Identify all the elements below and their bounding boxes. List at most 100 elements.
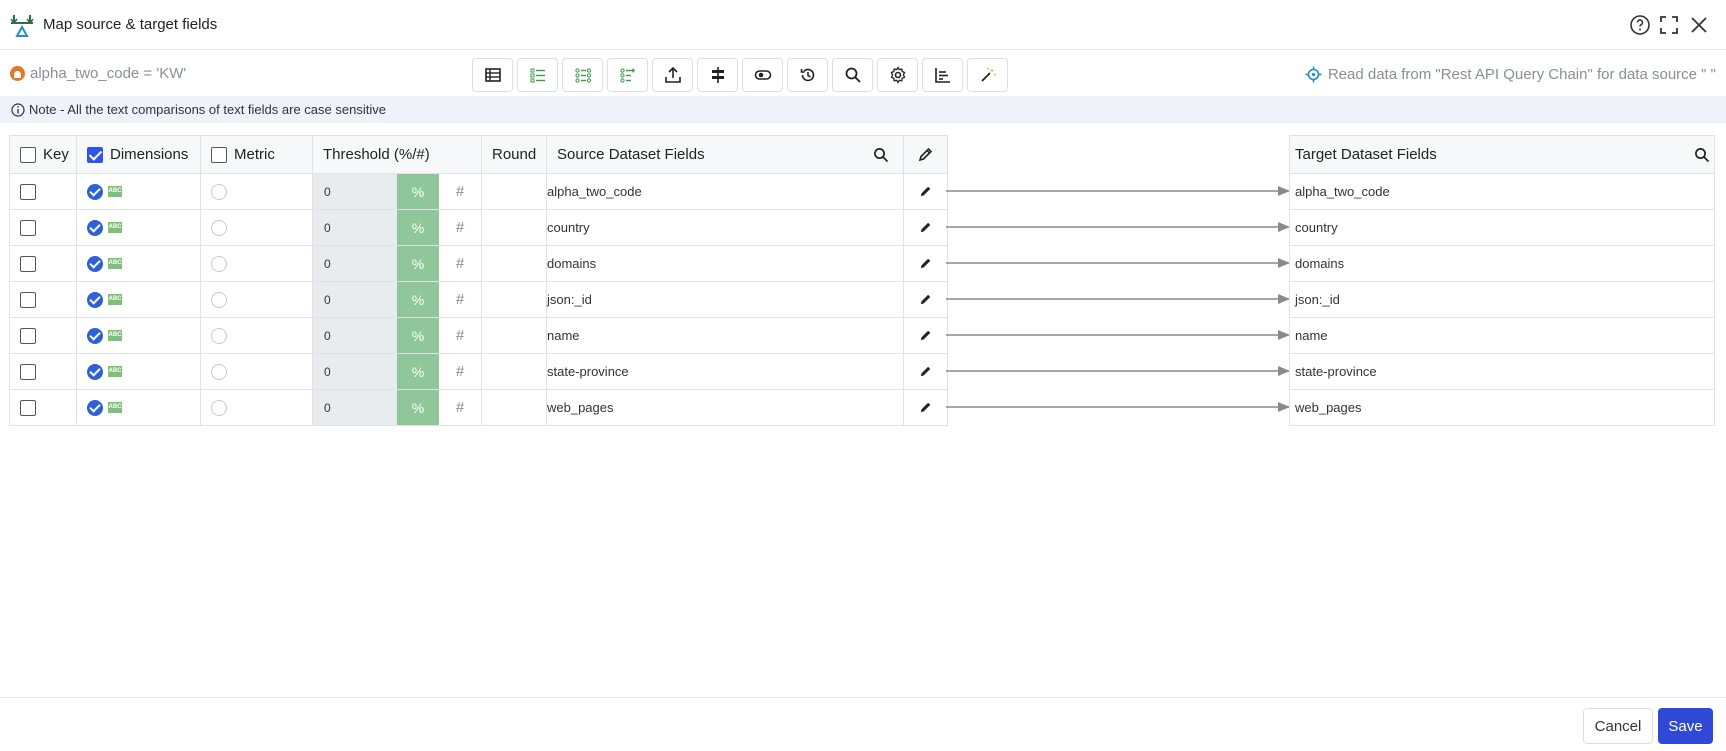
threshold-input[interactable]: 0 — [313, 210, 397, 245]
threshold-input[interactable]: 0 — [313, 390, 397, 425]
align-button[interactable] — [697, 58, 738, 92]
dimension-checked-icon[interactable] — [87, 255, 103, 272]
source-field: name — [546, 317, 904, 354]
list-check-button[interactable] — [562, 58, 603, 92]
metric-radio[interactable] — [211, 327, 227, 344]
dimension-checked-icon[interactable] — [87, 363, 103, 380]
metric-radio[interactable] — [211, 219, 227, 236]
key-checkbox[interactable] — [20, 255, 36, 272]
key-cell — [9, 209, 77, 246]
maximize-icon[interactable] — [1657, 13, 1681, 37]
hash-toggle[interactable]: # — [439, 246, 481, 281]
threshold-input[interactable]: 0 — [313, 246, 397, 281]
threshold-input[interactable]: 0 — [313, 354, 397, 389]
target-field[interactable]: country — [1289, 209, 1715, 246]
read-data-source[interactable]: Read data from "Rest API Query Chain" fo… — [1305, 66, 1716, 83]
edit-cell — [903, 389, 948, 426]
source-header-row: Key Dimensions Metric Threshold (%/#) Ro… — [9, 135, 948, 174]
metric-radio[interactable] — [211, 255, 227, 272]
round-cell[interactable] — [481, 173, 547, 210]
round-cell[interactable] — [481, 389, 547, 426]
save-button[interactable]: Save — [1658, 708, 1713, 744]
threshold-input[interactable]: 0 — [313, 174, 397, 209]
hash-toggle[interactable]: # — [439, 174, 481, 209]
source-field: country — [546, 209, 904, 246]
toggle-button[interactable] — [742, 58, 783, 92]
round-cell[interactable] — [481, 317, 547, 354]
dimension-checked-icon[interactable] — [87, 219, 103, 236]
dimensions-select-all-checkbox[interactable] — [87, 146, 103, 163]
pencil-icon[interactable] — [919, 293, 932, 306]
magic-wand-button[interactable] — [967, 58, 1008, 92]
pencil-icon[interactable] — [919, 365, 932, 378]
key-checkbox[interactable] — [20, 183, 36, 200]
dimension-checked-icon[interactable] — [87, 327, 103, 344]
key-select-all-checkbox[interactable] — [20, 146, 36, 163]
source-row: ABC 0% # alpha_two_code — [9, 173, 948, 210]
round-cell[interactable] — [481, 281, 547, 318]
close-icon[interactable] — [1687, 13, 1711, 37]
target-field[interactable]: name — [1289, 317, 1715, 354]
target-fields-header-label: Target Dataset Fields — [1295, 146, 1437, 163]
filter-condition[interactable]: alpha_two_code = 'KW' — [10, 65, 186, 82]
dimension-checked-icon[interactable] — [87, 399, 103, 416]
cancel-button[interactable]: Cancel — [1583, 708, 1653, 744]
target-search-icon[interactable] — [1694, 147, 1710, 163]
percent-toggle[interactable]: % — [397, 390, 439, 425]
pencil-icon[interactable] — [919, 401, 932, 414]
chart-button[interactable] — [922, 58, 963, 92]
settings-button[interactable] — [877, 58, 918, 92]
source-row: ABC 0% # name — [9, 317, 948, 354]
threshold-input[interactable]: 0 — [313, 318, 397, 353]
hash-toggle[interactable]: # — [439, 282, 481, 317]
key-checkbox[interactable] — [20, 327, 36, 344]
percent-toggle[interactable]: % — [397, 246, 439, 281]
target-row: name — [1289, 317, 1715, 354]
dimension-checked-icon[interactable] — [87, 291, 103, 308]
pencil-icon[interactable] — [919, 185, 932, 198]
round-cell[interactable] — [481, 245, 547, 282]
help-icon[interactable] — [1628, 13, 1652, 37]
target-field[interactable]: json:_id — [1289, 281, 1715, 318]
pencil-icon[interactable] — [919, 257, 932, 270]
hash-toggle[interactable]: # — [439, 390, 481, 425]
round-cell[interactable] — [481, 209, 547, 246]
round-cell[interactable] — [481, 353, 547, 390]
metric-radio[interactable] — [211, 399, 227, 416]
dimension-cell: ABC — [76, 389, 201, 426]
key-checkbox[interactable] — [20, 219, 36, 236]
hash-toggle[interactable]: # — [439, 210, 481, 245]
table-view-button[interactable] — [472, 58, 513, 92]
percent-toggle[interactable]: % — [397, 282, 439, 317]
metric-select-all-checkbox[interactable] — [211, 146, 227, 163]
source-search-icon[interactable] — [873, 147, 889, 163]
threshold-input[interactable]: 0 — [313, 282, 397, 317]
metric-radio[interactable] — [211, 363, 227, 380]
key-checkbox[interactable] — [20, 363, 36, 380]
target-field[interactable]: state-province — [1289, 353, 1715, 390]
percent-toggle[interactable]: % — [397, 174, 439, 209]
pencil-icon[interactable] — [919, 221, 932, 234]
target-field[interactable]: domains — [1289, 245, 1715, 282]
text-type-icon: ABC — [108, 294, 122, 305]
key-checkbox[interactable] — [20, 399, 36, 416]
metric-radio[interactable] — [211, 183, 227, 200]
hash-toggle[interactable]: # — [439, 354, 481, 389]
percent-toggle[interactable]: % — [397, 354, 439, 389]
target-field[interactable]: alpha_two_code — [1289, 173, 1715, 210]
target-field[interactable]: web_pages — [1289, 389, 1715, 426]
percent-toggle[interactable]: % — [397, 318, 439, 353]
percent-toggle[interactable]: % — [397, 210, 439, 245]
key-checkbox[interactable] — [20, 291, 36, 308]
dimension-checked-icon[interactable] — [87, 183, 103, 200]
edit-all-pencil-icon[interactable] — [918, 147, 933, 162]
upload-button[interactable] — [652, 58, 693, 92]
history-button[interactable] — [787, 58, 828, 92]
source-row: ABC 0% # state-province — [9, 353, 948, 390]
search-button[interactable] — [832, 58, 873, 92]
metric-radio[interactable] — [211, 291, 227, 308]
list-button[interactable] — [517, 58, 558, 92]
pencil-icon[interactable] — [919, 329, 932, 342]
list-add-button[interactable] — [607, 58, 648, 92]
hash-toggle[interactable]: # — [439, 318, 481, 353]
